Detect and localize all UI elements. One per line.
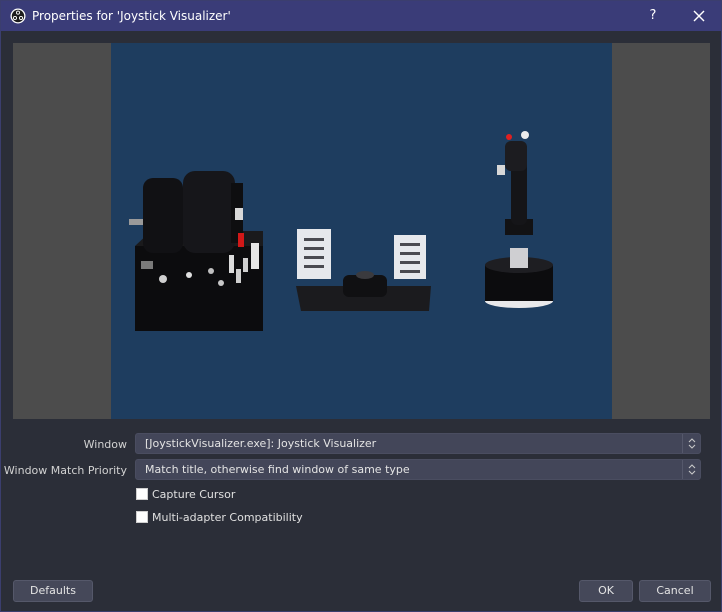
obs-logo-icon <box>10 8 26 24</box>
source-preview <box>13 43 710 419</box>
properties-dialog: Properties for 'Joystick Visualizer' ? W… <box>0 0 722 612</box>
cancel-button[interactable]: Cancel <box>639 580 711 602</box>
multi-adapter-label: Multi-adapter Compatibility <box>152 510 303 524</box>
close-button[interactable] <box>686 5 712 27</box>
close-icon <box>693 10 705 22</box>
window-select-value: [JoystickVisualizer.exe]: Joystick Visua… <box>145 437 377 450</box>
title-bar[interactable]: Properties for 'Joystick Visualizer' ? <box>1 1 721 31</box>
joystick-graphic <box>485 131 553 308</box>
rudder-pedals-graphic <box>296 229 431 311</box>
capture-cursor-option[interactable]: Capture Cursor <box>136 486 235 502</box>
updown-arrow-icon <box>688 464 696 475</box>
window-match-priority-label: Window Match Priority <box>3 464 127 477</box>
defaults-button[interactable]: Defaults <box>13 580 93 602</box>
dialog-title: Properties for 'Joystick Visualizer' <box>32 9 231 23</box>
capture-cursor-label: Capture Cursor <box>152 487 236 501</box>
window-label: Window <box>83 438 127 451</box>
preview-canvas <box>111 43 612 419</box>
joystick-visualizer-image <box>129 131 553 331</box>
updown-arrow-icon <box>688 438 696 449</box>
capture-cursor-checkbox[interactable] <box>136 488 148 500</box>
window-select-arrows[interactable] <box>682 434 700 453</box>
multi-adapter-option[interactable]: Multi-adapter Compatibility <box>136 509 303 525</box>
help-icon: ? <box>649 8 657 23</box>
priority-select-arrows[interactable] <box>682 460 700 479</box>
window-match-priority-value: Match title, otherwise find window of sa… <box>145 463 410 476</box>
help-button[interactable]: ? <box>641 5 665 27</box>
ok-button[interactable]: OK <box>579 580 633 602</box>
window-match-priority-select[interactable]: Match title, otherwise find window of sa… <box>135 459 701 480</box>
throttle-graphic <box>129 171 263 331</box>
window-select[interactable]: [JoystickVisualizer.exe]: Joystick Visua… <box>135 433 701 454</box>
multi-adapter-checkbox[interactable] <box>136 511 148 523</box>
